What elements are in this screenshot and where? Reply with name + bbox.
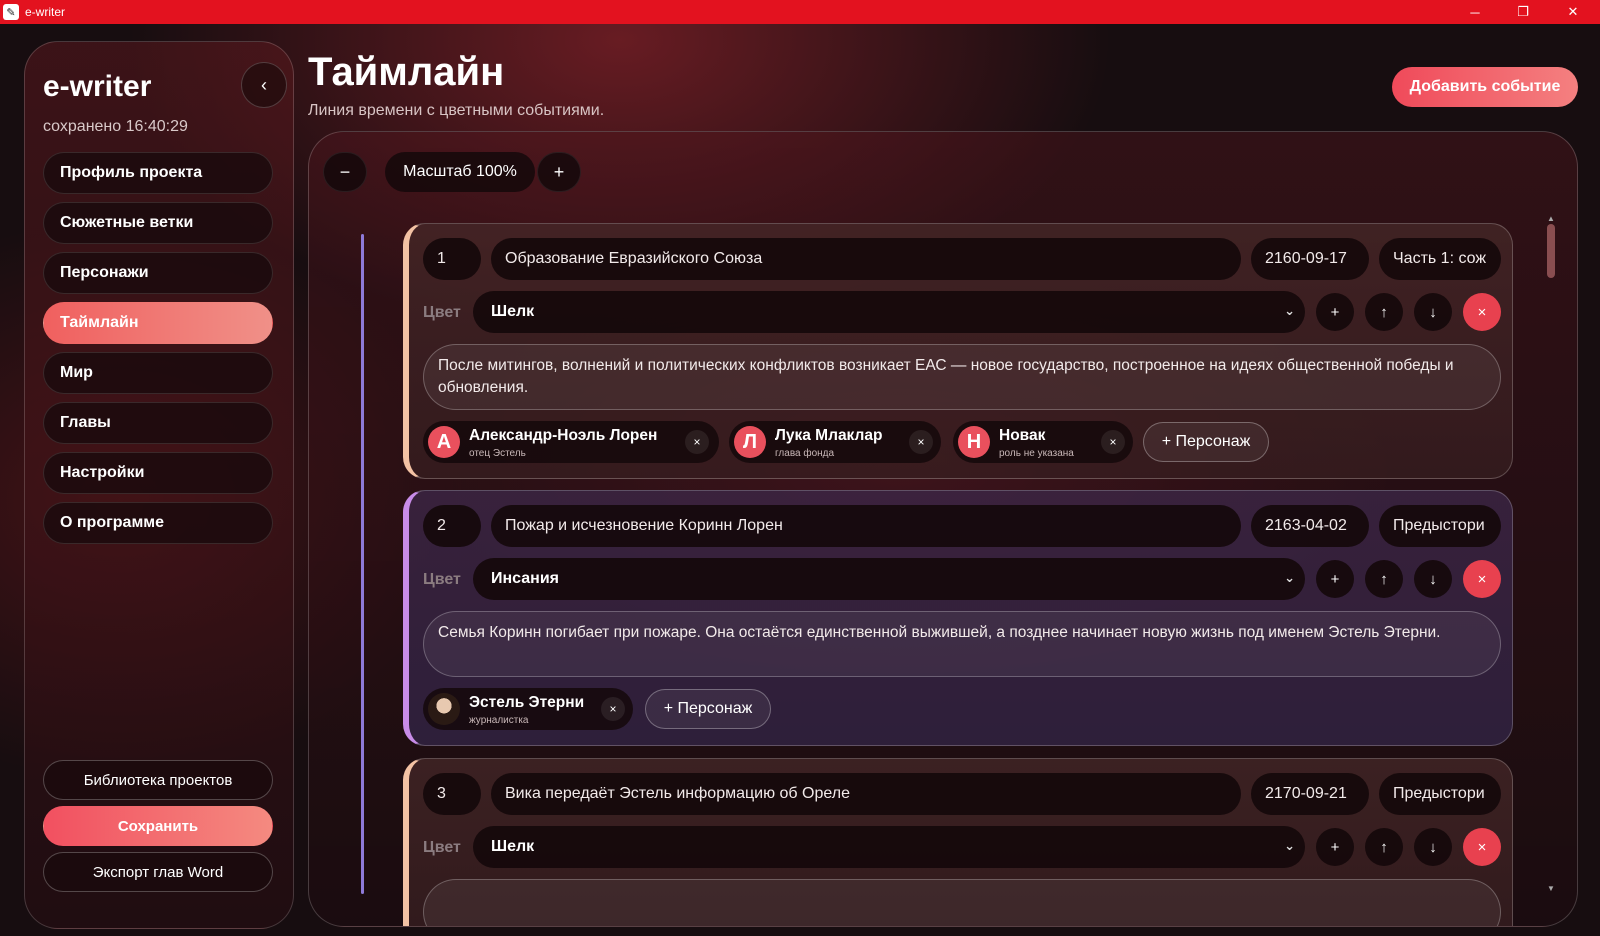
color-select-value: Инсания — [491, 570, 559, 587]
page-subtitle: Линия времени с цветными событиями. — [308, 102, 605, 119]
delete-event-button[interactable]: × — [1463, 560, 1501, 598]
sidebar-item-characters[interactable]: Персонажи — [43, 252, 273, 294]
character-name: Эстель Этерни — [469, 694, 585, 711]
event-description[interactable]: После митингов, волнений и политических … — [423, 344, 1501, 410]
sidebar-item-project-profile[interactable]: Профиль проекта — [43, 152, 273, 194]
sidebar-item-settings[interactable]: Настройки — [43, 452, 273, 494]
event-title-field[interactable]: Образование Евразийского Союза — [491, 238, 1241, 280]
character-role: журналистка — [469, 715, 529, 726]
event-title-field[interactable]: Пожар и исчезновение Коринн Лорен — [491, 505, 1241, 547]
remove-character-button[interactable]: × — [1101, 430, 1125, 454]
event-part-field[interactable]: Часть 1: сож — [1379, 238, 1501, 280]
event-index-field[interactable]: 1 — [423, 238, 481, 280]
restore-icon[interactable]: ❐ — [1500, 0, 1546, 24]
add-character-button[interactable]: + Персонаж — [645, 689, 771, 729]
scroll-down-icon[interactable]: ▼ — [1547, 884, 1555, 893]
move-up-button[interactable]: ↑ — [1365, 560, 1403, 598]
scrollbar-thumb[interactable] — [1547, 224, 1555, 278]
app-logo-icon: ✎ — [3, 4, 19, 20]
delete-event-button[interactable]: × — [1463, 828, 1501, 866]
event-part-field[interactable]: Предыстори — [1379, 505, 1501, 547]
remove-character-button[interactable]: × — [685, 430, 709, 454]
event-card: 1 Образование Евразийского Союза 2160-09… — [403, 223, 1513, 479]
add-event-after-button[interactable]: + — [1316, 828, 1354, 866]
zoom-out-button[interactable]: − — [323, 152, 367, 192]
character-role: глава фонда — [775, 448, 835, 459]
save-button[interactable]: Сохранить — [43, 806, 273, 846]
sidebar-item-world[interactable]: Мир — [43, 352, 273, 394]
window-title: e-writer — [25, 5, 66, 19]
sidebar: e-writer сохранено 16:40:29 ‹ Профиль пр… — [24, 41, 294, 929]
zoom-level: Масштаб 100% — [385, 152, 535, 192]
event-index-field[interactable]: 3 — [423, 773, 481, 815]
brand-title: e-writer — [43, 70, 152, 103]
timeline-panel: − Масштаб 100% + ▲ ▼ 1 Образование Евраз… — [308, 131, 1578, 927]
character-role: роль не указана — [999, 448, 1074, 459]
sidebar-item-timeline[interactable]: Таймлайн — [43, 302, 273, 344]
remove-character-button[interactable]: × — [601, 697, 625, 721]
minimize-icon[interactable]: ─ — [1452, 0, 1498, 24]
color-select-value: Шелк — [491, 303, 535, 320]
sidebar-item-plot-branches[interactable]: Сюжетные ветки — [43, 202, 273, 244]
move-down-button[interactable]: ↓ — [1414, 560, 1452, 598]
avatar: Л — [734, 426, 766, 458]
avatar: А — [428, 426, 460, 458]
color-label: Цвет — [423, 839, 461, 856]
save-status: сохранено 16:40:29 — [43, 118, 188, 135]
character-chip: Л Лука Млаклар глава фонда × — [729, 421, 941, 463]
move-up-button[interactable]: ↑ — [1365, 293, 1403, 331]
color-select[interactable]: Шелк ⌄ — [473, 291, 1305, 333]
move-down-button[interactable]: ↓ — [1414, 828, 1452, 866]
add-event-after-button[interactable]: + — [1316, 560, 1354, 598]
add-event-button[interactable]: Добавить событие — [1392, 67, 1578, 107]
event-description[interactable] — [423, 879, 1501, 926]
color-label: Цвет — [423, 571, 461, 588]
event-description[interactable]: Семья Коринн погибает при пожаре. Она ос… — [423, 611, 1501, 677]
color-select-value: Шелк — [491, 838, 535, 855]
page-title: Таймлайн — [308, 50, 505, 94]
timeline-line — [361, 234, 364, 894]
scroll-up-icon[interactable]: ▲ — [1547, 214, 1555, 223]
chevron-left-icon: ‹ — [261, 74, 267, 95]
character-name: Александр-Ноэль Лорен — [469, 427, 658, 444]
sidebar-item-chapters[interactable]: Главы — [43, 402, 273, 444]
avatar: Н — [958, 426, 990, 458]
event-card: 2 Пожар и исчезновение Коринн Лорен 2163… — [403, 490, 1513, 746]
zoom-in-button[interactable]: + — [537, 152, 581, 192]
move-up-button[interactable]: ↑ — [1365, 828, 1403, 866]
title-bar: ✎ e-writer ─ ❐ ✕ — [0, 0, 1600, 24]
color-select[interactable]: Инсания ⌄ — [473, 558, 1305, 600]
chevron-down-icon: ⌄ — [1284, 570, 1295, 585]
remove-character-button[interactable]: × — [909, 430, 933, 454]
character-chip: Н Новак роль не указана × — [953, 421, 1133, 463]
delete-event-button[interactable]: × — [1463, 293, 1501, 331]
chevron-down-icon: ⌄ — [1284, 303, 1295, 318]
event-title-field[interactable]: Вика передаёт Эстель информацию об Ореле — [491, 773, 1241, 815]
event-index-field[interactable]: 2 — [423, 505, 481, 547]
event-part-field[interactable]: Предыстори — [1379, 773, 1501, 815]
close-icon[interactable]: ✕ — [1550, 0, 1596, 24]
character-name: Лука Млаклар — [775, 427, 883, 444]
event-date-field[interactable]: 2170-09-21 — [1251, 773, 1369, 815]
scrollbar[interactable] — [1547, 224, 1555, 888]
event-date-field[interactable]: 2163-04-02 — [1251, 505, 1369, 547]
move-down-button[interactable]: ↓ — [1414, 293, 1452, 331]
character-chip: Эстель Этерни журналистка × — [423, 688, 633, 730]
export-word-button[interactable]: Экспорт глав Word — [43, 852, 273, 892]
character-name: Новак — [999, 427, 1046, 444]
project-library-button[interactable]: Библиотека проектов — [43, 760, 273, 800]
collapse-sidebar-button[interactable]: ‹ — [241, 62, 287, 108]
avatar — [428, 693, 460, 725]
add-event-after-button[interactable]: + — [1316, 293, 1354, 331]
color-label: Цвет — [423, 304, 461, 321]
add-character-button[interactable]: + Персонаж — [1143, 422, 1269, 462]
character-role: отец Эстель — [469, 448, 526, 459]
color-select[interactable]: Шелк ⌄ — [473, 826, 1305, 868]
event-date-field[interactable]: 2160-09-17 — [1251, 238, 1369, 280]
character-chip: А Александр-Ноэль Лорен отец Эстель × — [423, 421, 719, 463]
event-card: 3 Вика передаёт Эстель информацию об Оре… — [403, 758, 1513, 926]
chevron-down-icon: ⌄ — [1284, 838, 1295, 853]
sidebar-item-about[interactable]: О программе — [43, 502, 273, 544]
